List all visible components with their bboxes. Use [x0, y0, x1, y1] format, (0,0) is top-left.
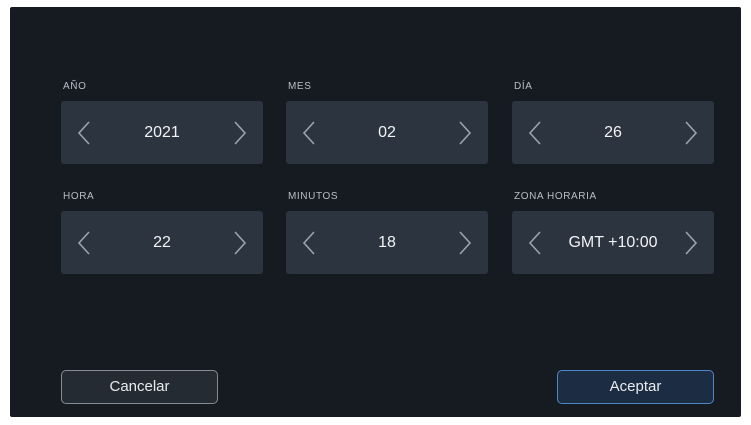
- year-increment-button[interactable]: [227, 120, 251, 146]
- hour-decrement-button[interactable]: [73, 230, 97, 256]
- day-stepper[interactable]: 26: [512, 101, 714, 164]
- timezone-decrement-button[interactable]: [524, 230, 548, 256]
- minutes-increment-button[interactable]: [452, 230, 476, 256]
- day-increment-button[interactable]: [678, 120, 702, 146]
- chevron-left-icon: [302, 121, 315, 145]
- month-stepper[interactable]: 02: [286, 101, 488, 164]
- hour-increment-button[interactable]: [227, 230, 251, 256]
- chevron-right-icon: [234, 121, 247, 145]
- day-value: 26: [604, 124, 622, 141]
- chevron-right-icon: [685, 231, 698, 255]
- chevron-left-icon: [528, 231, 541, 255]
- minutes-label: MINUTOS: [288, 191, 339, 202]
- cancel-button[interactable]: Cancelar: [61, 370, 218, 404]
- minutes-value: 18: [378, 234, 396, 251]
- date-time-settings-panel: AÑO 2021 MES 02 DÍA 26 HORA 22 MINUTOS 1…: [10, 7, 741, 417]
- hour-label: HORA: [63, 191, 95, 202]
- month-value: 02: [378, 124, 396, 141]
- chevron-right-icon: [459, 121, 472, 145]
- timezone-label: ZONA HORARIA: [514, 191, 597, 202]
- month-decrement-button[interactable]: [298, 120, 322, 146]
- chevron-left-icon: [528, 121, 541, 145]
- chevron-right-icon: [685, 121, 698, 145]
- hour-stepper[interactable]: 22: [61, 211, 263, 274]
- year-decrement-button[interactable]: [73, 120, 97, 146]
- hour-value: 22: [153, 234, 171, 251]
- month-label: MES: [288, 81, 312, 92]
- year-stepper[interactable]: 2021: [61, 101, 263, 164]
- timezone-value: GMT +10:00: [568, 234, 658, 251]
- chevron-right-icon: [234, 231, 247, 255]
- chevron-left-icon: [302, 231, 315, 255]
- year-value: 2021: [144, 124, 180, 141]
- accept-button[interactable]: Aceptar: [557, 370, 714, 404]
- day-decrement-button[interactable]: [524, 120, 548, 146]
- month-increment-button[interactable]: [452, 120, 476, 146]
- minutes-stepper[interactable]: 18: [286, 211, 488, 274]
- minutes-decrement-button[interactable]: [298, 230, 322, 256]
- chevron-left-icon: [77, 121, 90, 145]
- timezone-stepper[interactable]: GMT +10:00: [512, 211, 714, 274]
- year-label: AÑO: [63, 81, 87, 92]
- day-label: DÍA: [514, 81, 533, 92]
- chevron-left-icon: [77, 231, 90, 255]
- timezone-increment-button[interactable]: [678, 230, 702, 256]
- chevron-right-icon: [459, 231, 472, 255]
